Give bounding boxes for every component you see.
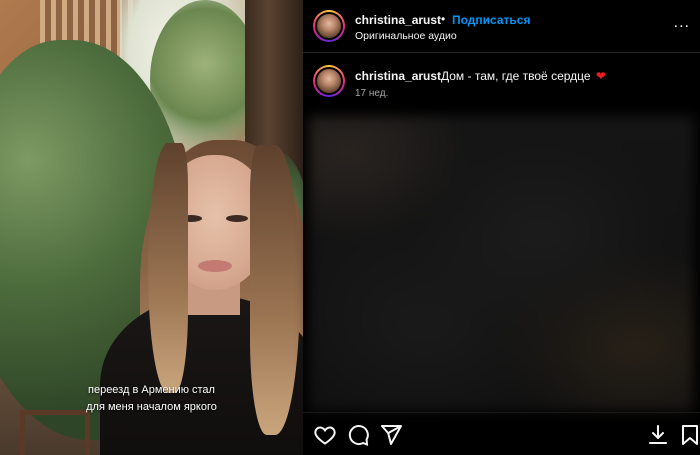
author-username[interactable]: christina_arust: [355, 13, 441, 27]
comment-icon[interactable]: [346, 423, 370, 447]
background-chair: [20, 410, 90, 455]
action-bar: [303, 412, 700, 455]
heart-icon[interactable]: [313, 423, 337, 447]
reel-video[interactable]: переезд в Армению стал для меня началом …: [0, 0, 303, 455]
bookmark-icon[interactable]: [678, 423, 700, 447]
download-icon[interactable]: [646, 423, 670, 447]
video-caption: переезд в Армению стал для меня началом …: [0, 382, 303, 416]
caption-text-body: Дом - там, где твоё сердце: [441, 69, 591, 83]
caption-username[interactable]: christina_arust: [355, 69, 441, 83]
caption-line-2: для меня началом яркого: [86, 401, 217, 413]
follow-button[interactable]: Подписаться: [452, 13, 530, 27]
author-avatar[interactable]: [313, 10, 345, 42]
person-eye-right: [226, 215, 248, 222]
comments-area-blurred: [309, 116, 694, 411]
caption-line-1: переезд в Армению стал: [88, 384, 215, 396]
post-caption: christina_arust Дом - там, где твоё серд…: [303, 53, 700, 113]
share-icon[interactable]: [379, 423, 403, 447]
post-panel: christina_arust • Подписаться Оригинальн…: [303, 0, 700, 455]
heart-emoji: ❤: [595, 69, 606, 83]
post-timestamp[interactable]: 17 нед.: [355, 88, 388, 99]
caption-avatar[interactable]: [313, 65, 345, 97]
person-lips: [198, 260, 232, 272]
post-header: christina_arust • Подписаться Оригинальн…: [303, 0, 700, 53]
separator-dot: •: [441, 12, 446, 26]
audio-link[interactable]: Оригинальное аудио: [355, 30, 457, 42]
caption-text: Дом - там, где твоё сердце ❤: [441, 69, 606, 83]
person-hair-front-left: [148, 143, 188, 393]
more-options-icon[interactable]: ...: [674, 14, 690, 32]
